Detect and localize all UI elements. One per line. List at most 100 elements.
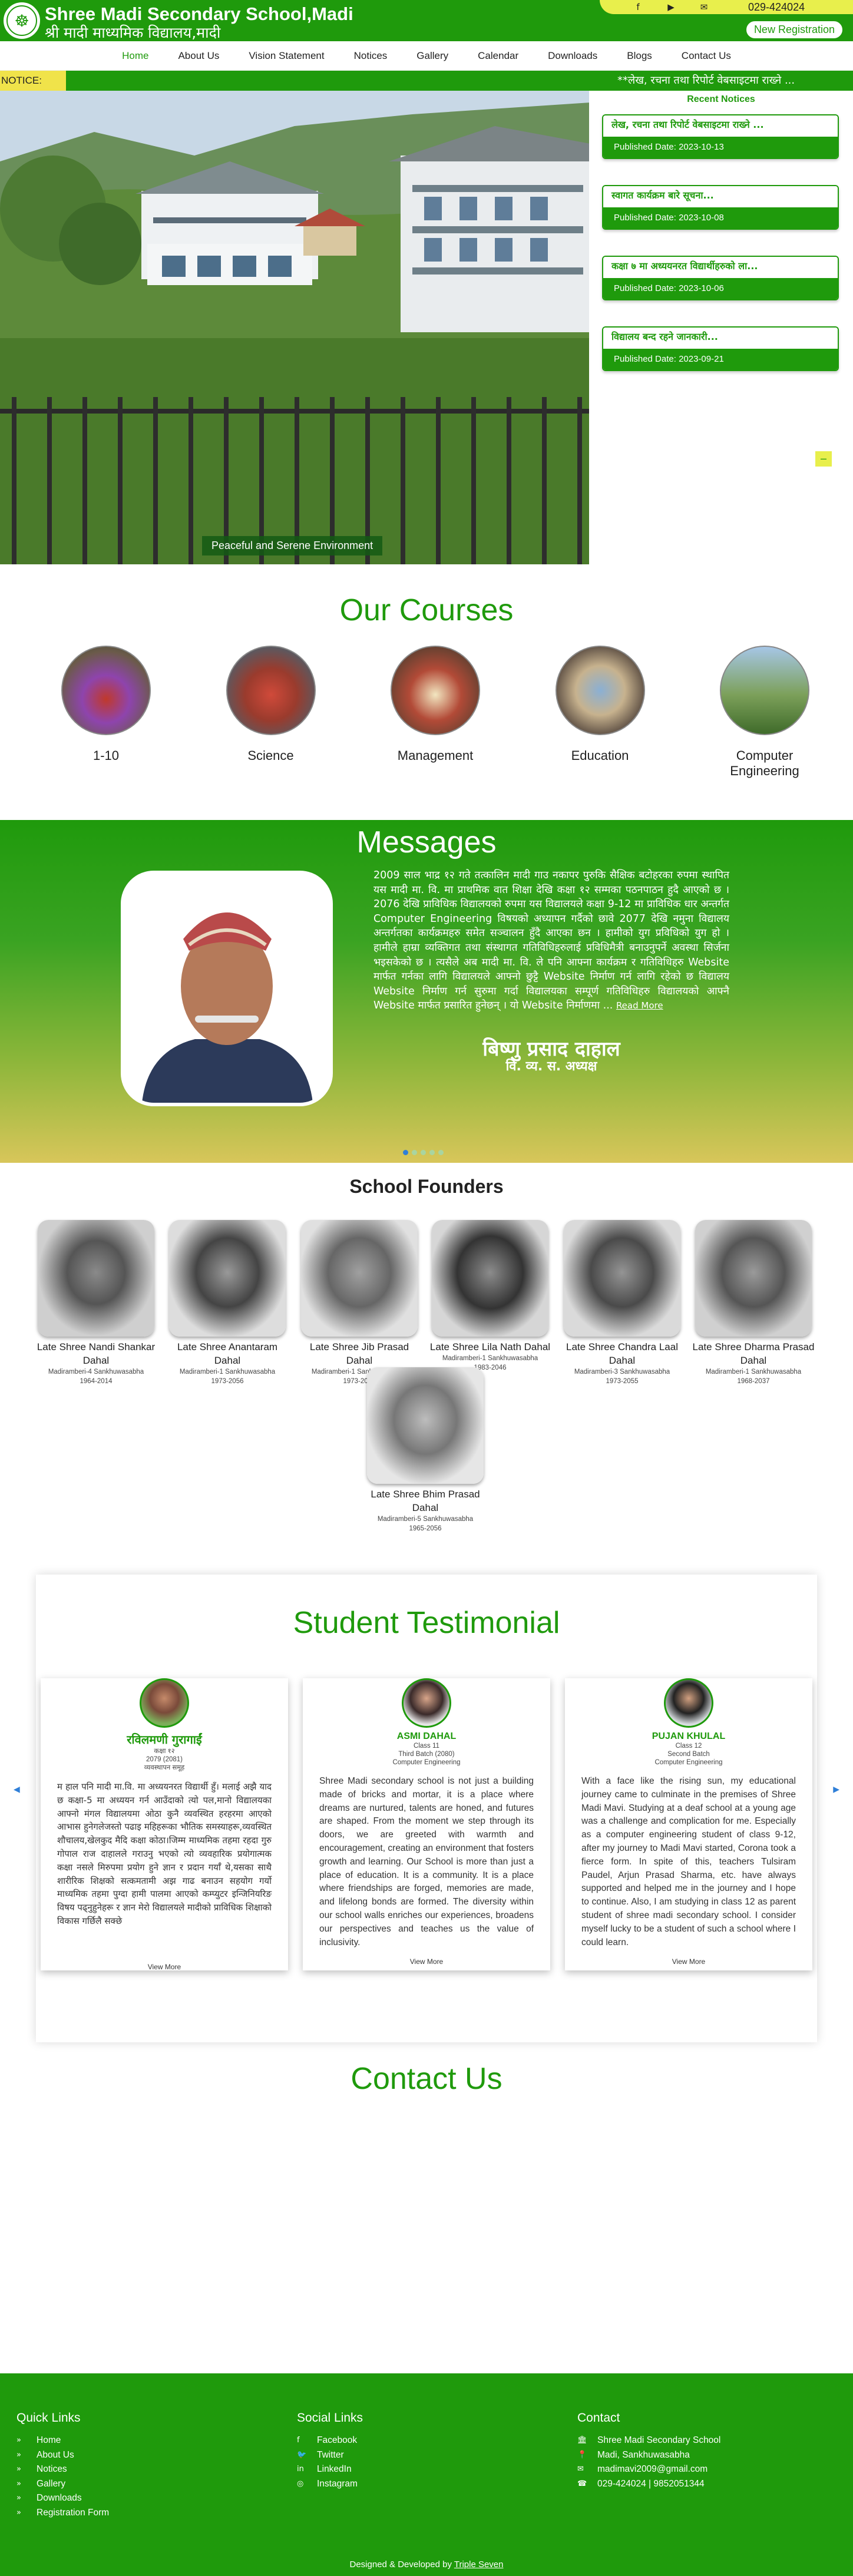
footer-link[interactable]: » Gallery [16, 2477, 109, 2492]
course-item[interactable]: Science [218, 646, 324, 779]
notice-ticker-text[interactable]: **लेख, रचना तथा रिपोर्ट वेबसाइटमा राख्ने… [617, 71, 795, 91]
notice-card[interactable]: कक्षा ७ मा अध्ययनरत विद्यार्थीहरुको ला..… [602, 256, 839, 300]
credit-link[interactable]: Triple Seven [454, 2560, 504, 2570]
nav-contact-us[interactable]: Contact Us [667, 50, 746, 62]
footer-contact-label[interactable]: madimavi2009@gmail.com [597, 2462, 707, 2477]
slider-dot[interactable] [438, 1150, 444, 1155]
founder-address: Madiramberi-4 Sankhuwasabha [48, 1368, 144, 1375]
footer-social-label[interactable]: LinkedIn [317, 2462, 352, 2477]
nav-notices[interactable]: Notices [339, 50, 402, 62]
footer-social-label[interactable]: Facebook [317, 2433, 357, 2448]
notice-card[interactable]: स्वागत कार्यक्रम बारे सूचना... Published… [602, 185, 839, 230]
course-label[interactable]: Education [547, 748, 653, 763]
slider-dot[interactable] [412, 1150, 417, 1155]
double-chevron-icon: » [16, 2494, 21, 2503]
footer-link[interactable]: » About Us [16, 2448, 109, 2463]
course-item[interactable]: Management [382, 646, 488, 779]
view-more-link[interactable]: View More [565, 1957, 812, 1966]
read-more-link[interactable]: Read More [616, 1000, 663, 1011]
site-name[interactable]: Shree Madi Secondary School,Madi [45, 4, 353, 25]
footer-link[interactable]: » Home [16, 2433, 109, 2448]
course-image[interactable] [226, 646, 316, 735]
notice-date: Published Date: 2023-10-08 [603, 207, 838, 229]
scroll-up-button[interactable]: – [815, 451, 832, 467]
nav-downloads[interactable]: Downloads [533, 50, 612, 62]
testimonial-card: PUJAN KHULAL Class 12 Second Batch Compu… [565, 1678, 812, 1970]
course-label[interactable]: 1-10 [53, 748, 159, 763]
testimonial-next-arrow[interactable]: ▶ [833, 1784, 839, 1794]
footer-social-link[interactable]: f Facebook [297, 2433, 363, 2448]
notice-title[interactable]: लेख, रचना तथा रिपोर्ट वेबसाइटमा राख्ने .… [603, 115, 838, 137]
footer-link[interactable]: » Notices [16, 2462, 109, 2477]
founder-name: Late Shree Lila Nath Dahal [429, 1341, 551, 1353]
header-phone[interactable]: 029-424024 [748, 1, 805, 14]
course-image[interactable] [391, 646, 480, 735]
footer-social-label[interactable]: Instagram [317, 2477, 358, 2492]
courses-title: Our Courses [339, 593, 514, 627]
course-image[interactable] [555, 646, 645, 735]
course-label[interactable]: Science [218, 748, 324, 763]
course-image[interactable] [61, 646, 151, 735]
course-item[interactable]: Computer Engineering [712, 646, 818, 779]
slider-dot[interactable] [421, 1150, 426, 1155]
footer-link-label[interactable]: Downloads [37, 2491, 82, 2506]
course-image[interactable] [720, 646, 809, 735]
footer-social-link[interactable]: 🐦 Twitter [297, 2448, 363, 2463]
chairperson-photo [121, 871, 333, 1106]
footer-contact-label[interactable]: 029-424024 | 9852051344 [597, 2477, 705, 2492]
testimonial-prev-arrow[interactable]: ◀ [14, 1784, 20, 1794]
founder-card: Late Shree Chandra Laal Dahal Madiramber… [560, 1220, 684, 1386]
nav-gallery[interactable]: Gallery [402, 50, 463, 62]
founder-photo [38, 1220, 154, 1337]
course-item[interactable]: 1-10 [53, 646, 159, 779]
double-chevron-icon: » [16, 2436, 21, 2445]
nav-home[interactable]: Home [107, 50, 163, 62]
email-icon: ✉ [577, 2465, 584, 2474]
notice-title[interactable]: कक्षा ७ मा अध्ययनरत विद्यार्थीहरुको ला..… [603, 257, 838, 278]
testimonial-card: रविलमणी गुरागाईं कक्षा १२ 2079 (2081) व्… [41, 1678, 288, 1970]
new-registration-button[interactable]: New Registration [746, 21, 842, 38]
view-more-link[interactable]: View More [303, 1957, 550, 1966]
footer-contact-item[interactable]: ✉ madimavi2009@gmail.com [577, 2462, 720, 2477]
footer-social-label[interactable]: Twitter [317, 2448, 344, 2463]
nav-calendar[interactable]: Calendar [463, 50, 533, 62]
founder-name: Late Shree Chandra Laal Dahal [566, 1341, 678, 1366]
footer-social-link[interactable]: ◎ Instagram [297, 2477, 363, 2492]
course-label[interactable]: Management [382, 748, 488, 763]
notice-title[interactable]: स्वागत कार्यक्रम बारे सूचना... [603, 186, 838, 207]
founder-name: Late Shree Dharma Prasad Dahal [692, 1341, 815, 1366]
footer-link[interactable]: » Downloads [16, 2491, 109, 2506]
hero-slider-image[interactable]: Peaceful and Serene Environment [0, 91, 590, 564]
course-label[interactable]: Computer Engineering [712, 748, 818, 779]
footer-link-label[interactable]: Home [37, 2433, 61, 2448]
logo-emblem: ☸ [6, 5, 37, 36]
slider-dot[interactable] [429, 1150, 435, 1155]
slider-dot[interactable] [403, 1150, 408, 1155]
notice-card[interactable]: लेख, रचना तथा रिपोर्ट वेबसाइटमा राख्ने .… [602, 114, 839, 159]
footer-link-label[interactable]: About Us [37, 2448, 74, 2463]
footer-credit: Designed & Developed by Triple Seven [0, 2560, 853, 2570]
founder-address: Madiramberi-1 Sankhuwasabha [179, 1368, 276, 1375]
nav-vision-statement[interactable]: Vision Statement [234, 50, 339, 62]
footer-contact-item[interactable]: ☎ 029-424024 | 9852051344 [577, 2477, 720, 2492]
course-item[interactable]: Education [547, 646, 653, 779]
location-icon: 📍 [577, 2450, 587, 2459]
nav-blogs[interactable]: Blogs [612, 50, 667, 62]
double-chevron-icon: » [16, 2450, 21, 2459]
student-avatar [140, 1678, 189, 1728]
founder-years: 1973-2055 [606, 1378, 639, 1385]
school-logo[interactable]: ☸ [4, 2, 40, 39]
footer-link-label[interactable]: Notices [37, 2462, 67, 2477]
footer-social-link[interactable]: in LinkedIn [297, 2462, 363, 2477]
notice-title[interactable]: विद्यालय बन्द रहने जानकारी... [603, 328, 838, 349]
footer-link-label[interactable]: Gallery [37, 2477, 65, 2492]
notice-card[interactable]: विद्यालय बन्द रहने जानकारी... Published … [602, 326, 839, 371]
footer-link[interactable]: » Registration Form [16, 2506, 109, 2521]
youtube-icon[interactable]: ▶ [662, 2, 680, 12]
nav-about-us[interactable]: About Us [163, 50, 234, 62]
view-more-link[interactable]: View More [41, 1963, 288, 1970]
facebook-icon[interactable]: f [629, 2, 647, 12]
footer-link-label[interactable]: Registration Form [37, 2506, 109, 2521]
founder-name: Late Shree Nandi Shankar Dahal [37, 1341, 156, 1366]
email-icon[interactable]: ✉ [695, 2, 713, 12]
